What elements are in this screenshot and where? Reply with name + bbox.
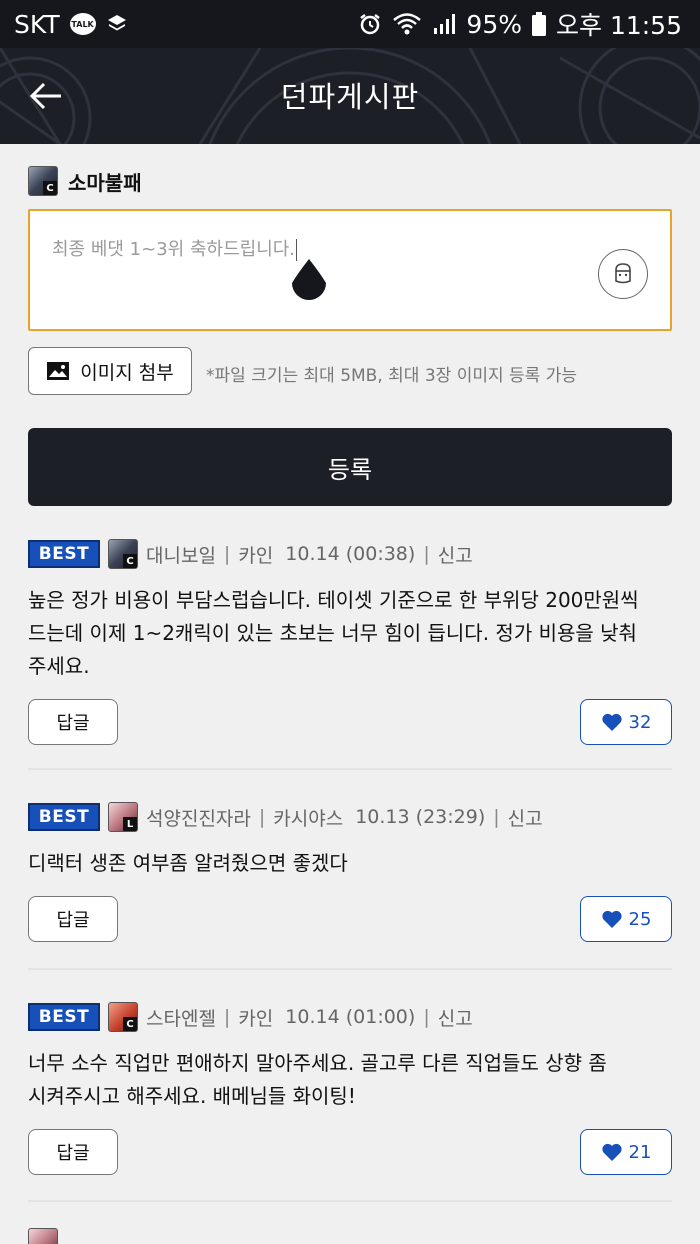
divider: [28, 968, 672, 970]
comment-body: 디랙터 생존 여부좀 알려줬으면 좋겠다: [28, 851, 348, 875]
attach-label: 이미지 첨부: [80, 361, 174, 384]
comment-actions: 답글 21: [28, 1129, 672, 1177]
heart-icon: [601, 713, 622, 731]
heart-icon: [601, 1143, 622, 1161]
attach-note: *파일 크기는 최대 5MB, 최대 3장 이미지 등록 가능: [206, 366, 577, 386]
text-cursor-handle-icon[interactable]: [288, 259, 330, 307]
avatar: C: [28, 166, 58, 196]
attach-image-button[interactable]: 이미지 첨부: [28, 347, 192, 395]
avatar: C: [108, 1002, 138, 1032]
alarm-icon: [360, 14, 381, 35]
comment-meta: BEST C 스타엔젤 | 카인 10.14 (01:00) | 신고: [28, 1001, 672, 1033]
emoticon-icon: [615, 263, 631, 284]
submit-button[interactable]: 등록: [28, 428, 672, 506]
divider: [28, 768, 672, 770]
composer-author: C 소마불패: [28, 166, 142, 196]
author-name: 소마불패: [68, 170, 142, 195]
status-bar: SKT TALK 95% 오후 11:55: [0, 0, 700, 48]
like-count: 25: [628, 908, 652, 930]
avatar: C: [108, 539, 138, 569]
heart-icon: [601, 910, 622, 928]
reply-button[interactable]: 답글: [28, 699, 118, 745]
kakaotalk-icon: TALK: [69, 13, 96, 35]
comment-meta: BEST L 석양진진자라 | 카시야스 10.13 (23:29) | 신고: [28, 801, 672, 833]
comment-item: BEST L 석양진진자라 | 카시야스 10.13 (23:29) | 신고 …: [28, 801, 672, 944]
reply-button[interactable]: 답글: [28, 1129, 118, 1175]
class-badge: L: [123, 817, 137, 831]
class-badge: C: [123, 1017, 137, 1031]
avatar: [28, 1228, 58, 1244]
class-badge: C: [43, 181, 57, 195]
comment-author[interactable]: 석양진진자라: [146, 804, 251, 831]
comment-author[interactable]: 대니보일: [146, 541, 216, 568]
separator: |: [423, 543, 430, 565]
comment-input[interactable]: 최종 베댓 1~3위 축하드립니다.: [28, 209, 672, 331]
like-button[interactable]: 32: [580, 699, 672, 745]
report-link[interactable]: 신고: [438, 541, 473, 568]
like-button[interactable]: 25: [580, 896, 672, 942]
status-right: 95% 오후 11:55: [358, 6, 682, 42]
best-badge: BEST: [28, 803, 100, 831]
avatar: L: [108, 802, 138, 832]
battery-icon: [532, 12, 546, 36]
comment-item: BEST C 대니보일 | 카인 10.14 (00:38) | 신고 높은 정…: [28, 538, 672, 747]
comment-body: 높은 정가 비용이 부담스럽습니다. 테이셋 기준으로 한 부위당 200만원씩…: [28, 588, 639, 678]
report-link[interactable]: 신고: [438, 1004, 473, 1031]
wifi-icon: [393, 13, 422, 35]
clock: 오후 11:55: [556, 11, 682, 40]
comment-date: 10.14 (01:00): [285, 1006, 416, 1028]
comment-job: 카인: [238, 544, 274, 567]
layers-icon: [107, 15, 126, 31]
separator: |: [223, 1006, 231, 1028]
comment-actions: 답글 25: [28, 896, 672, 944]
class-badge: C: [123, 554, 137, 568]
status-left: SKT TALK: [14, 10, 128, 39]
page-title: 던파게시판: [280, 80, 420, 114]
divider: [28, 1200, 672, 1202]
separator: |: [423, 1006, 430, 1028]
emoticon-button[interactable]: [598, 249, 648, 299]
comment-job: 카인: [238, 1007, 274, 1030]
reply-button[interactable]: 답글: [28, 896, 118, 942]
comment-job: 카시야스: [273, 807, 344, 830]
comment-date: 10.13 (23:29): [355, 806, 486, 828]
comment-item: BEST C 스타엔젤 | 카인 10.14 (01:00) | 신고 너무 소…: [28, 1001, 672, 1177]
app-header: 던파게시판: [0, 48, 700, 144]
comment-actions: 답글 32: [28, 699, 672, 747]
best-badge: BEST: [28, 540, 100, 568]
comment-input-text: 최종 베댓 1~3위 축하드립니다.: [52, 239, 298, 261]
comment-author[interactable]: 스타엔젤: [146, 1004, 216, 1031]
comment-meta: BEST C 대니보일 | 카인 10.14 (00:38) | 신고: [28, 538, 672, 570]
image-icon: [47, 362, 70, 380]
separator: |: [493, 806, 500, 828]
signal-icon: [434, 14, 456, 34]
like-count: 21: [628, 1141, 652, 1163]
best-badge: BEST: [28, 1003, 100, 1031]
comment-date: 10.14 (00:38): [285, 543, 416, 565]
battery-percent: 95%: [466, 9, 522, 39]
carrier-label: SKT: [14, 9, 60, 39]
separator: |: [223, 543, 231, 565]
comment-body: 너무 소수 직업만 편애하지 말아주세요. 골고루 다른 직업들도 상향 좀 시…: [28, 1051, 607, 1108]
comment-item-partial: [28, 1228, 672, 1244]
report-link[interactable]: 신고: [508, 804, 543, 831]
like-count: 32: [628, 711, 652, 733]
like-button[interactable]: 21: [580, 1129, 672, 1175]
separator: |: [258, 806, 266, 828]
